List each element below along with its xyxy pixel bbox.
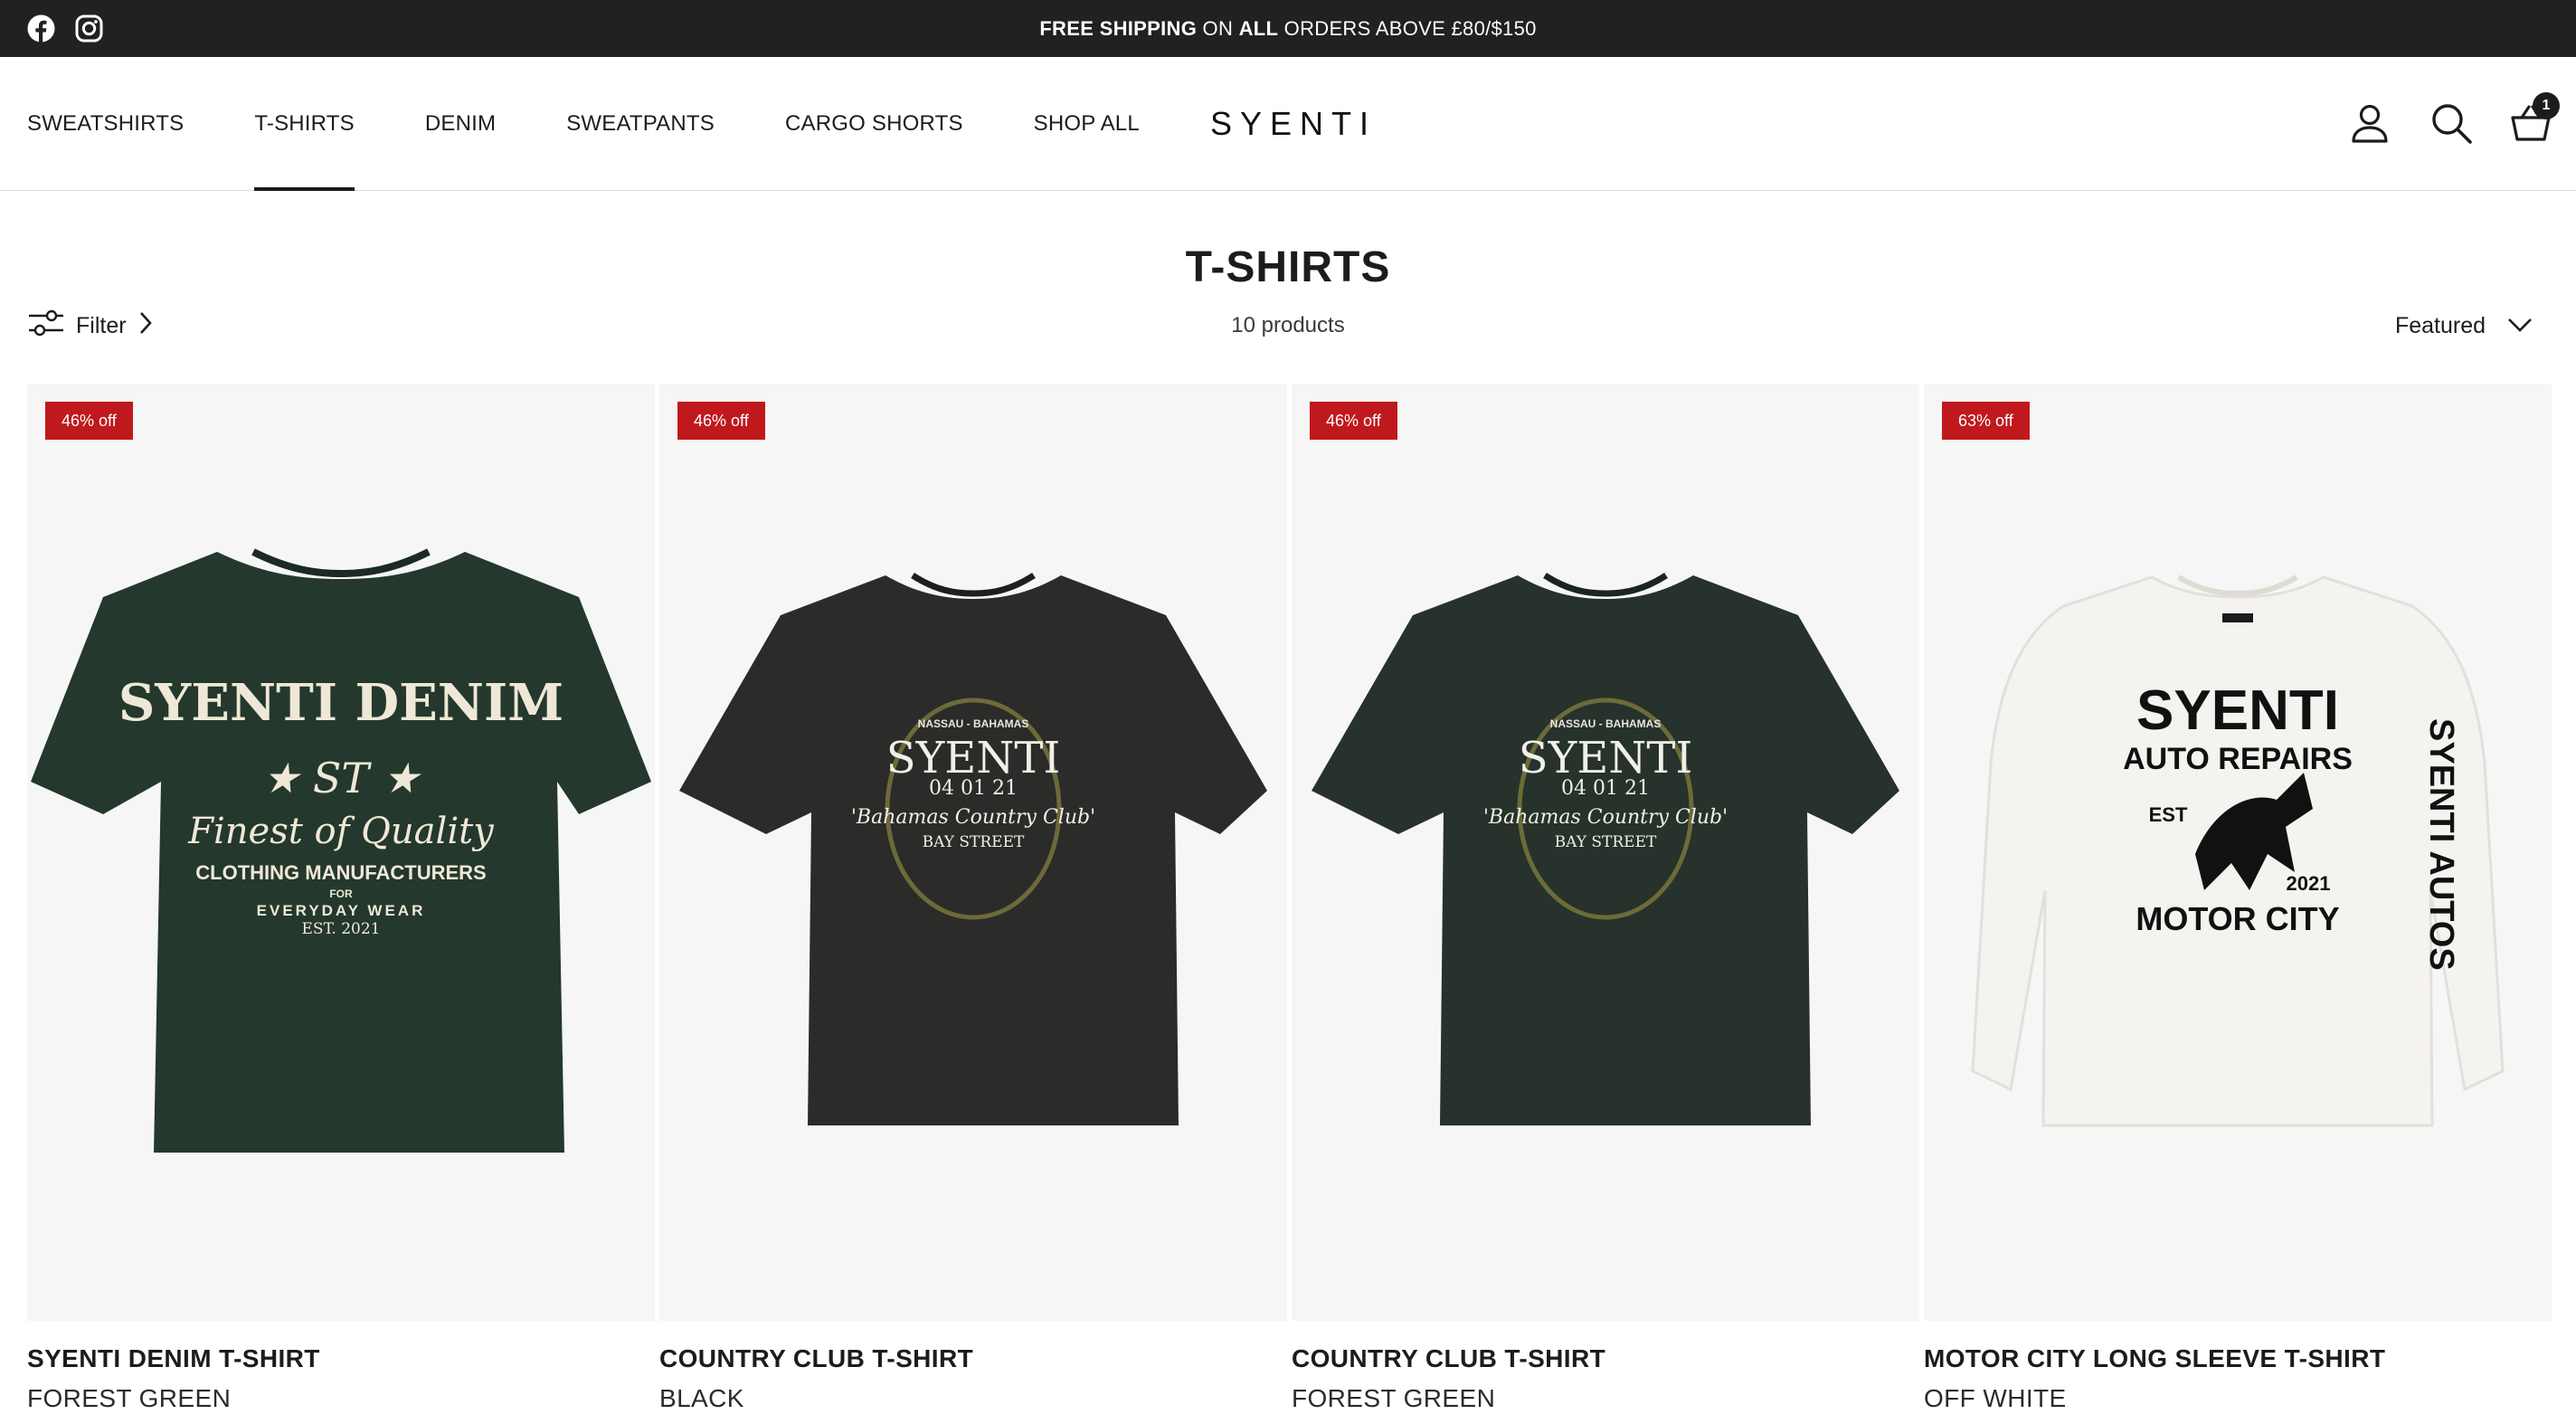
discount-badge: 63% off [1942,402,2030,440]
svg-text:MOTOR CITY: MOTOR CITY [2136,900,2339,937]
product-name[interactable]: SYENTI DENIM T-SHIRT [27,1344,320,1373]
product-count: 10 products [1231,313,1345,337]
svg-text:AUTO REPAIRS: AUTO REPAIRS [2123,742,2353,776]
product-name[interactable]: COUNTRY CLUB T-SHIRT [659,1344,973,1373]
site-header: SWEATSHIRTS T-SHIRTS DENIM SWEATPANTS CA… [0,57,2576,191]
longsleeve-image: SYENTI AUTO REPAIRS EST 2021 MOTOR CITY … [1971,574,2505,1127]
svg-text:04 01 21: 04 01 21 [929,777,1018,800]
svg-text:BAY STREET: BAY STREET [1555,833,1657,851]
announcement-bar: FREE SHIPPING ON ALL ORDERS ABOVE £80/$1… [0,0,2576,57]
svg-text:2021: 2021 [2287,872,2331,895]
nav-item-t-shirts[interactable]: T-SHIRTS [254,57,355,191]
svg-text:EST. 2021: EST. 2021 [302,920,381,938]
product-color: FOREST GREEN [27,1384,232,1412]
svg-text:FOR: FOR [329,888,353,900]
main-nav: SWEATSHIRTS T-SHIRTS DENIM SWEATPANTS CA… [27,57,1210,191]
chevron-right-icon [137,310,154,342]
chevron-down-icon [2507,313,2533,339]
filter-icon [27,308,65,345]
svg-text:'Bahamas Country Club': 'Bahamas Country Club' [851,806,1095,829]
discount-badge: 46% off [677,402,765,440]
cart-icon[interactable]: 1 [2509,92,2560,145]
svg-text:SYENTI: SYENTI [1519,733,1693,783]
product-name[interactable]: MOTOR CITY LONG SLEEVE T-SHIRT [1924,1344,2385,1373]
svg-text:NASSAU - BAHAMAS: NASSAU - BAHAMAS [1550,717,1662,730]
tshirt-image: SYENTI DENIM ★ ST ★ Finest of Quality CL… [31,548,651,1153]
svg-text:SYENTI AUTOS: SYENTI AUTOS [2422,718,2460,971]
product-color: FOREST GREEN [1292,1384,1496,1412]
filter-button[interactable]: Filter [27,308,154,344]
svg-text:★ ST ★: ★ ST ★ [262,754,422,802]
svg-text:SYENTI DENIM: SYENTI DENIM [118,673,564,733]
sort-select[interactable]: Featured [2395,308,2533,344]
svg-text:BAY STREET: BAY STREET [923,833,1025,851]
nav-item-denim[interactable]: DENIM [425,57,496,191]
tshirt-image: NASSAU - BAHAMAS SYENTI 04 01 21 'Bahama… [1312,573,1899,1125]
page-title: T-SHIRTS [1185,243,1391,291]
site-logo[interactable]: SYENTI [1210,57,1377,191]
svg-text:SYENTI: SYENTI [886,733,1061,783]
svg-text:Finest of Quality: Finest of Quality [187,811,495,852]
svg-text:EST: EST [2149,803,2188,826]
announcement-text: FREE SHIPPING ON ALL ORDERS ABOVE £80/$1… [1039,17,1537,40]
account-icon[interactable] [2348,101,2391,145]
product-color: OFF WHITE [1924,1384,2067,1412]
product-image[interactable]: SYENTI AUTO REPAIRS EST 2021 MOTOR CITY … [1924,384,2552,1321]
product-color: BLACK [659,1384,744,1412]
discount-badge: 46% off [45,402,133,440]
product-image[interactable]: NASSAU - BAHAMAS SYENTI 04 01 21 'Bahama… [1292,384,1919,1321]
svg-text:NASSAU - BAHAMAS: NASSAU - BAHAMAS [918,717,1029,730]
svg-text:SYENTI: SYENTI [2136,679,2339,742]
product-name[interactable]: COUNTRY CLUB T-SHIRT [1292,1344,1605,1373]
cart-count-badge: 1 [2533,92,2560,119]
product-image[interactable]: NASSAU - BAHAMAS SYENTI 04 01 21 'Bahama… [659,384,1287,1321]
tshirt-image: NASSAU - BAHAMAS SYENTI 04 01 21 'Bahama… [679,573,1267,1125]
svg-text:EVERYDAY WEAR: EVERYDAY WEAR [257,902,426,919]
product-image[interactable]: SYENTI DENIM ★ ST ★ Finest of Quality CL… [27,384,655,1321]
nav-item-cargo-shorts[interactable]: CARGO SHORTS [785,57,963,191]
nav-item-shop-all[interactable]: SHOP ALL [1034,57,1140,191]
svg-text:CLOTHING MANUFACTURERS: CLOTHING MANUFACTURERS [195,861,486,884]
search-icon[interactable] [2429,101,2473,145]
filter-label: Filter [76,312,127,338]
nav-item-sweatshirts[interactable]: SWEATSHIRTS [27,57,184,191]
svg-text:'Bahamas Country Club': 'Bahamas Country Club' [1483,806,1728,829]
discount-badge: 46% off [1310,402,1397,440]
nav-item-sweatpants[interactable]: SWEATPANTS [566,57,715,191]
sort-label: Featured [2394,312,2486,338]
svg-text:04 01 21: 04 01 21 [1561,777,1650,800]
